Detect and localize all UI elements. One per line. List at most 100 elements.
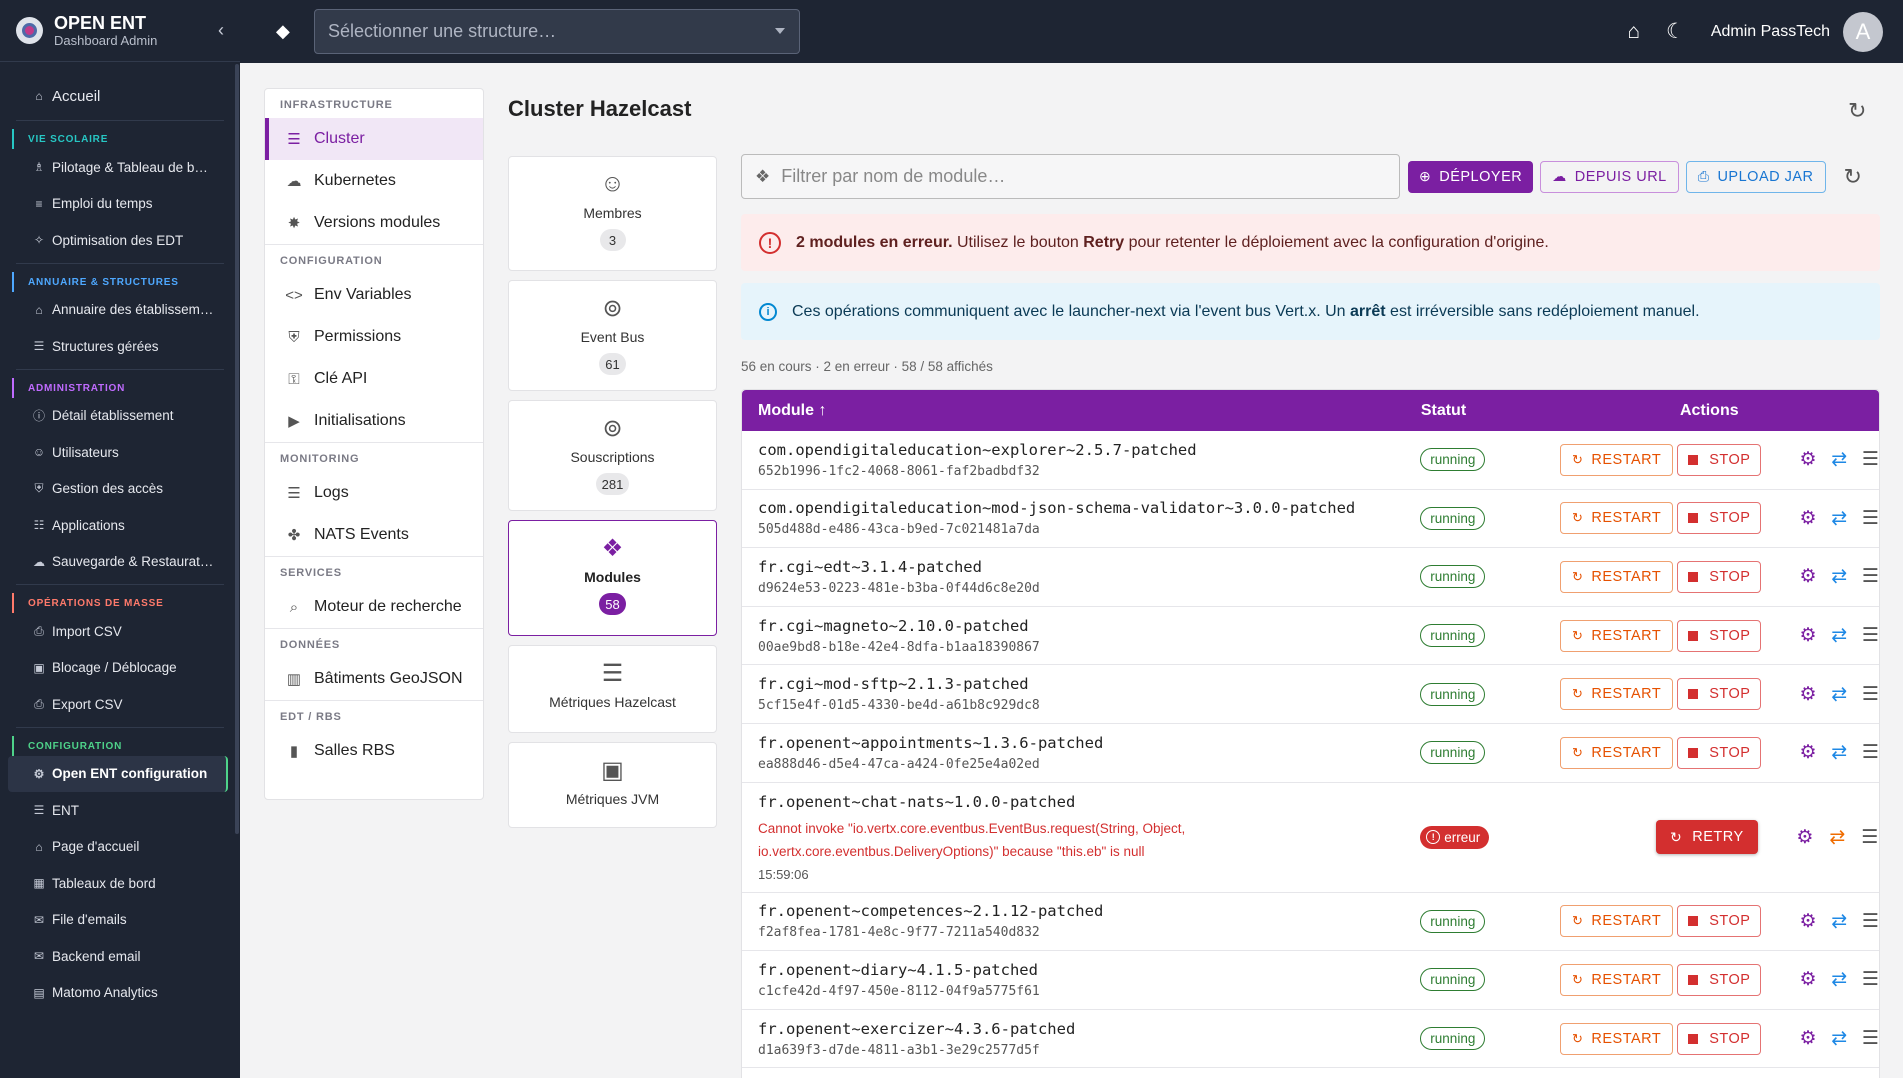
swap-icon[interactable]: ⇄: [1831, 910, 1848, 933]
sidebar-item-sauvegarde[interactable]: ☁ Sauvegarde & Restaurat…: [0, 544, 240, 581]
nav-item-kubernetes[interactable]: ☁ Kubernetes: [265, 160, 483, 202]
stop-button[interactable]: STOP: [1677, 443, 1762, 476]
card-metriques-jvm[interactable]: ▣ Métriques JVM: [508, 742, 717, 828]
stop-button[interactable]: STOP: [1677, 905, 1762, 938]
card-souscriptions[interactable]: ⊚ Souscriptions 281: [508, 400, 717, 511]
stop-button[interactable]: STOP: [1677, 619, 1762, 652]
stop-button[interactable]: STOP: [1677, 678, 1762, 711]
card-metriques-hazelcast[interactable]: ☰ Métriques Hazelcast: [508, 645, 717, 733]
swap-icon[interactable]: ⇄: [1831, 448, 1848, 471]
module-filter-input[interactable]: ❖ Filtrer par nom de module…: [741, 154, 1400, 199]
sidebar-item-optimisation-edt[interactable]: ✧ Optimisation des EDT: [0, 222, 240, 259]
logs-icon[interactable]: ☰: [1862, 565, 1879, 588]
nav-item-cle-api[interactable]: ⚿ Clé API: [265, 358, 483, 400]
gear-icon[interactable]: ⚙: [1799, 683, 1817, 706]
sidebar-item-pilotage[interactable]: ♗ Pilotage & Tableau de b…: [0, 149, 240, 186]
nav-item-logs[interactable]: ☰ Logs: [265, 472, 483, 514]
swap-icon[interactable]: ⇄: [1831, 1027, 1848, 1050]
restart-button[interactable]: ↻ RESTART: [1560, 736, 1674, 769]
sidebar-scrollbar[interactable]: [235, 64, 239, 834]
stop-button[interactable]: STOP: [1677, 560, 1762, 593]
refresh-icon[interactable]: ↻: [1844, 164, 1862, 190]
nav-item-nats-events[interactable]: ✤ NATS Events: [265, 514, 483, 556]
gear-icon[interactable]: ⚙: [1799, 741, 1817, 764]
logs-icon[interactable]: ☰: [1861, 826, 1879, 849]
sidebar-item-accueil[interactable]: ⌂ Accueil: [0, 76, 240, 116]
chevron-left-icon[interactable]: ‹: [218, 20, 224, 41]
gear-icon[interactable]: ⚙: [1799, 624, 1817, 647]
logs-icon[interactable]: ☰: [1862, 507, 1879, 530]
refresh-icon[interactable]: ↻: [1848, 98, 1866, 124]
deploy-button[interactable]: ⊕ DÉPLOYER: [1408, 160, 1534, 193]
nav-item-versions-modules[interactable]: ✸ Versions modules: [265, 202, 483, 244]
sidebar-item-matomo[interactable]: ▤ Matomo Analytics: [0, 975, 240, 1012]
swap-icon[interactable]: ⇄: [1831, 741, 1848, 764]
swap-icon[interactable]: ⇄: [1828, 826, 1846, 849]
avatar[interactable]: A: [1843, 11, 1883, 52]
sidebar-item-gestion-acces[interactable]: ⛨ Gestion des accès: [0, 471, 240, 508]
sidebar-item-applications[interactable]: ☷ Applications: [0, 507, 240, 544]
stop-button[interactable]: STOP: [1677, 1022, 1762, 1055]
restart-button[interactable]: ↻ RESTART: [1560, 502, 1674, 535]
logs-icon[interactable]: ☰: [1862, 910, 1879, 933]
card-modules[interactable]: ❖ Modules 58: [508, 520, 717, 636]
sidebar-item-export-csv[interactable]: ⎙ Export CSV: [0, 686, 240, 723]
restart-button[interactable]: ↻ RESTART: [1560, 443, 1674, 476]
sidebar-item-annuaire[interactable]: ⌂ Annuaire des établissem…: [0, 292, 240, 329]
from-url-button[interactable]: ☁ DEPUIS URL: [1540, 160, 1679, 193]
card-event-bus[interactable]: ⊚ Event Bus 61: [508, 280, 717, 391]
gear-icon[interactable]: ⚙: [1799, 565, 1817, 588]
gear-icon[interactable]: ⚙: [1799, 448, 1817, 471]
logs-icon[interactable]: ☰: [1862, 683, 1879, 706]
dark-mode-icon[interactable]: ☾: [1666, 19, 1685, 44]
nav-item-moteur-recherche[interactable]: ⌕ Moteur de recherche: [265, 586, 483, 628]
sidebar-item-utilisateurs[interactable]: ☺ Utilisateurs: [0, 434, 240, 471]
restart-button[interactable]: ↻ RESTART: [1560, 678, 1674, 711]
structure-select[interactable]: Sélectionner une structure…: [314, 9, 800, 54]
sidebar-item-emploi-du-temps[interactable]: ≡ Emploi du temps: [0, 186, 240, 223]
nav-item-permissions[interactable]: ⛨ Permissions: [265, 316, 483, 358]
sidebar-item-file-emails[interactable]: ✉ File d'emails: [0, 902, 240, 939]
restart-button[interactable]: ↻ RESTART: [1560, 560, 1674, 593]
stop-button[interactable]: STOP: [1677, 963, 1762, 996]
stop-button[interactable]: STOP: [1677, 502, 1762, 535]
stop-button[interactable]: STOP: [1677, 736, 1762, 769]
column-module[interactable]: Module ↑: [742, 402, 1421, 420]
sidebar-item-ent[interactable]: ☰ ENT: [0, 792, 240, 829]
sidebar-item-blocage[interactable]: ▣ Blocage / Déblocage: [0, 650, 240, 687]
sidebar-item-import-csv[interactable]: ⎙ Import CSV: [0, 613, 240, 650]
upload-jar-button[interactable]: ⎙ UPLOAD JAR: [1685, 160, 1826, 193]
logs-icon[interactable]: ☰: [1862, 448, 1879, 471]
nav-item-env-variables[interactable]: <> Env Variables: [265, 274, 483, 316]
gear-icon[interactable]: ⚙: [1799, 1027, 1817, 1050]
nav-item-cluster[interactable]: ☰ Cluster: [265, 118, 483, 160]
swap-icon[interactable]: ⇄: [1831, 624, 1848, 647]
card-membres[interactable]: ☺ Membres 3: [508, 156, 717, 271]
swap-icon[interactable]: ⇄: [1831, 565, 1848, 588]
gear-icon[interactable]: ⚙: [1796, 826, 1814, 849]
sidebar-item-backend-email[interactable]: ✉ Backend email: [0, 938, 240, 975]
logs-icon[interactable]: ☰: [1862, 968, 1879, 991]
restart-button[interactable]: ↻ RESTART: [1560, 905, 1674, 938]
sidebar-item-page-accueil[interactable]: ⌂ Page d'accueil: [0, 829, 240, 866]
nav-item-salles-rbs[interactable]: ▮ Salles RBS: [265, 730, 483, 772]
retry-button[interactable]: ↻ RETRY: [1656, 820, 1758, 855]
nav-item-batiments-geojson[interactable]: ▥ Bâtiments GeoJSON: [265, 658, 483, 700]
restart-button[interactable]: ↻ RESTART: [1560, 963, 1674, 996]
logs-icon[interactable]: ☰: [1862, 741, 1879, 764]
home-icon[interactable]: ⌂: [1627, 20, 1640, 44]
nav-item-initialisations[interactable]: ▶ Initialisations: [265, 400, 483, 442]
restart-button[interactable]: ↻ RESTART: [1560, 619, 1674, 652]
logs-icon[interactable]: ☰: [1862, 624, 1879, 647]
sidebar-item-structures[interactable]: ☰ Structures gérées: [0, 328, 240, 365]
gear-icon[interactable]: ⚙: [1799, 910, 1817, 933]
logs-icon[interactable]: ☰: [1862, 1027, 1879, 1050]
sidebar-item-open-ent-configuration[interactable]: ⚙ Open ENT configuration: [8, 755, 228, 792]
sidebar-item-tableaux-de-bord[interactable]: ▦ Tableaux de bord: [0, 865, 240, 902]
swap-icon[interactable]: ⇄: [1831, 683, 1848, 706]
gear-icon[interactable]: ⚙: [1799, 507, 1817, 530]
sidebar-item-detail-etablissement[interactable]: ⓘ Détail établissement: [0, 398, 240, 435]
gear-icon[interactable]: ⚙: [1799, 968, 1817, 991]
swap-icon[interactable]: ⇄: [1831, 507, 1848, 530]
swap-icon[interactable]: ⇄: [1831, 968, 1848, 991]
